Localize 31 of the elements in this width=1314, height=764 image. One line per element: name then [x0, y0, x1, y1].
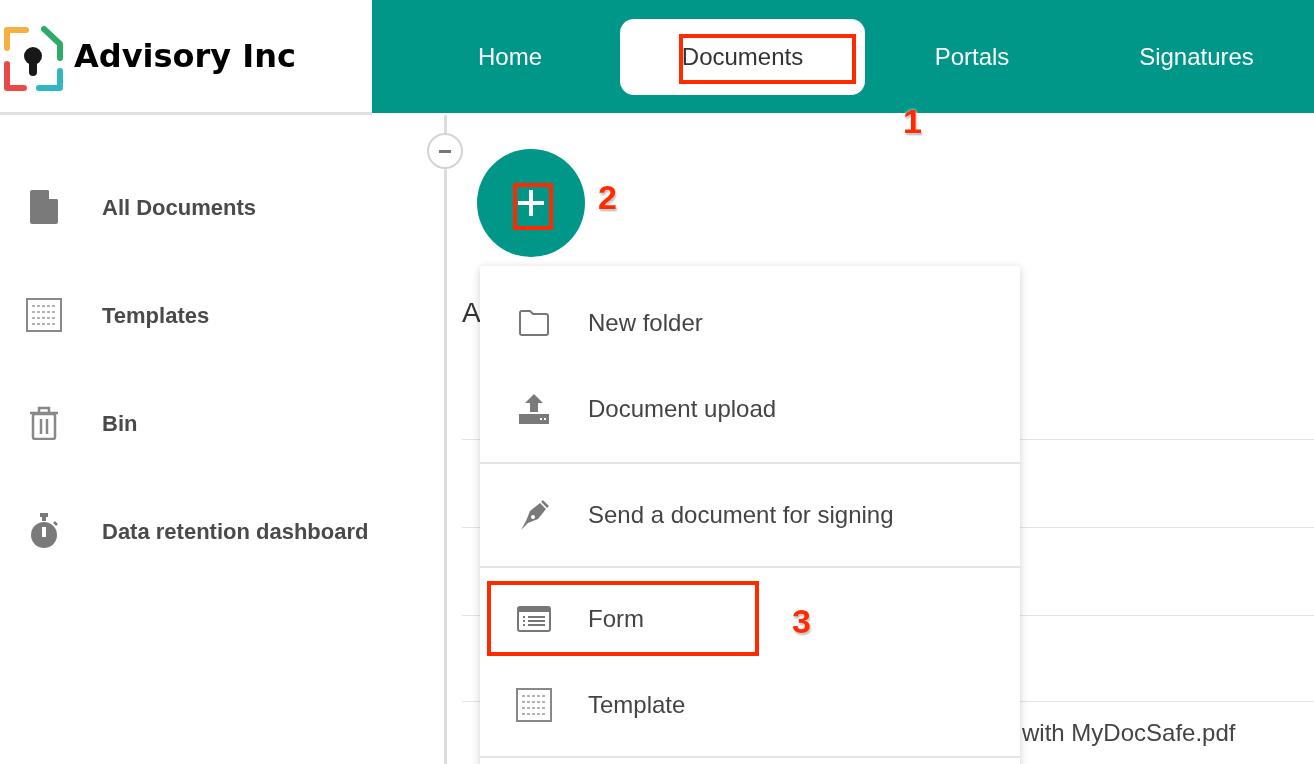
page-heading: A [462, 299, 481, 327]
document-icon [30, 190, 58, 224]
menu-item[interactable]: New folder [480, 280, 1020, 366]
collapse-button[interactable] [427, 133, 463, 169]
menu-item[interactable]: Template [480, 662, 1020, 748]
annotation-number: 2 [598, 180, 617, 214]
annotation-frame [513, 183, 553, 230]
menu-item[interactable]: Send a document for signing [480, 472, 1020, 558]
template-icon [516, 688, 552, 722]
nav-tab[interactable]: Portals [877, 18, 1067, 95]
annotation-number: 3 [792, 604, 811, 638]
form-icon [517, 606, 551, 632]
nav-tab[interactable]: Signatures [1079, 18, 1314, 95]
menu-item[interactable]: Document upload [480, 366, 1020, 452]
template-icon [26, 298, 62, 332]
sidebar-item[interactable]: Bin [102, 406, 138, 440]
file-name: with MyDocSafe.pdf [1022, 721, 1236, 745]
annotation-number: 1 [903, 104, 922, 138]
brand-name: Advisory Inc [74, 36, 296, 77]
pen-nib-icon [518, 499, 550, 531]
trash-icon [29, 406, 59, 440]
folder-icon [518, 310, 550, 336]
minus-icon [439, 149, 451, 153]
sidebar-item[interactable]: Templates [102, 298, 210, 332]
nav-tab[interactable]: Home [412, 18, 608, 95]
sidebar-item[interactable]: All Documents [102, 190, 257, 224]
nav-tab[interactable]: Documents [620, 18, 865, 95]
plus-icon [516, 188, 546, 218]
sidebar-item[interactable]: Data retention dashboard [102, 514, 369, 548]
upload-icon [518, 394, 550, 424]
stopwatch-icon [29, 513, 59, 549]
